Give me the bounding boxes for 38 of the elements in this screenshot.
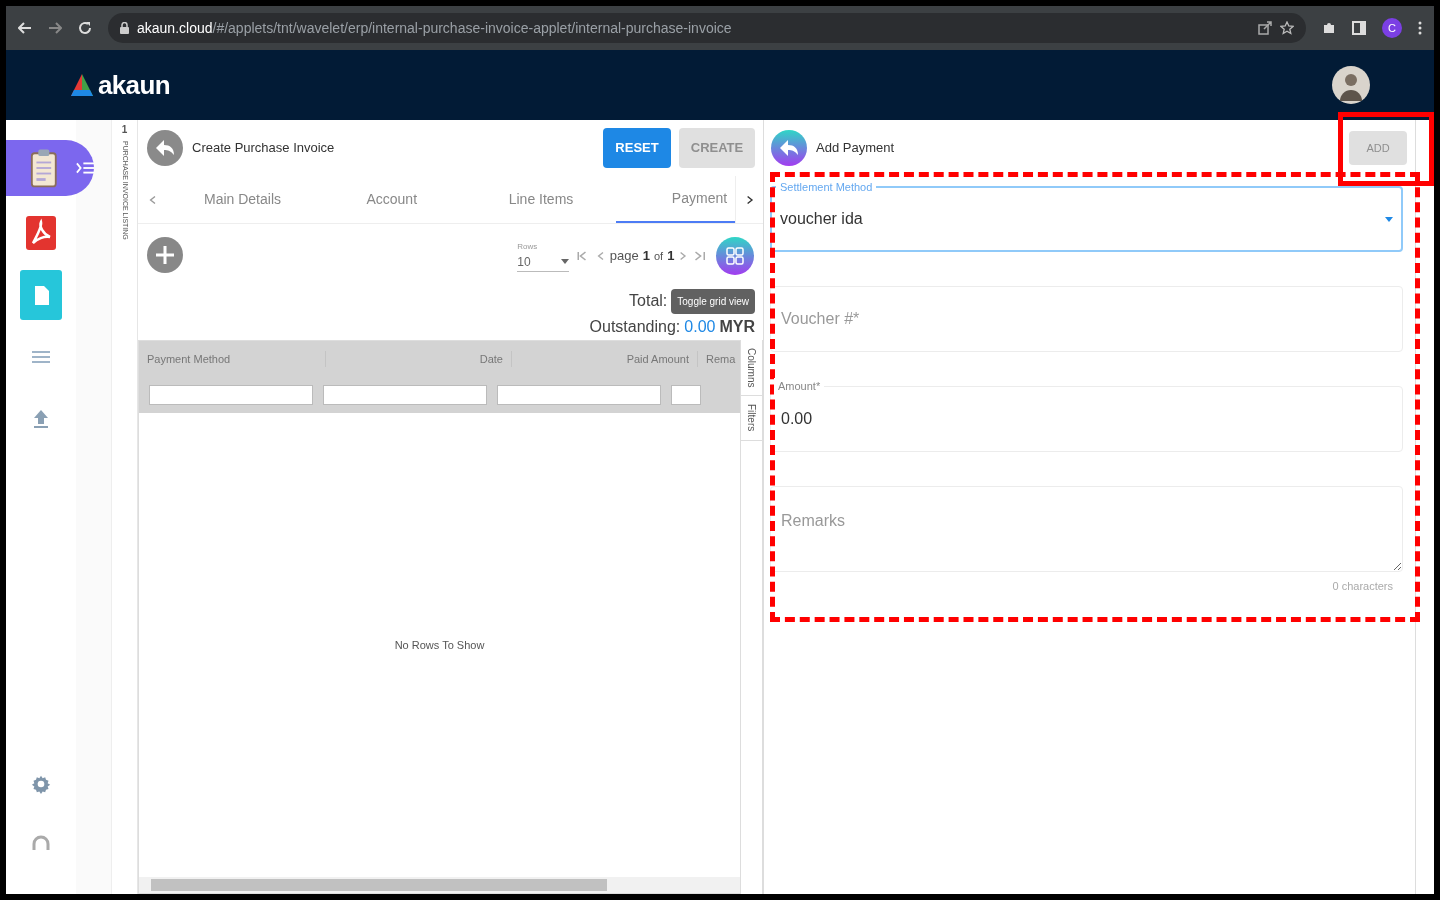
page-count: 1: [667, 247, 675, 266]
column-header[interactable]: Paid Amount: [511, 350, 697, 368]
tooltip: Toggle grid view: [671, 288, 755, 314]
page-word: page: [609, 247, 639, 266]
side-tab-label: Filters: [745, 404, 758, 432]
side-panel-tab[interactable]: Columns: [741, 340, 762, 397]
outstanding-amount: 0.00: [684, 317, 716, 337]
tab[interactable]: Main Details: [167, 176, 318, 223]
field-label: Amount*: [774, 378, 825, 395]
total-label: Total:: [629, 291, 668, 311]
panel-title: Add Payment: [816, 139, 895, 158]
column-header[interactable]: Rema: [697, 350, 737, 368]
url-path: /#/applets/tnt/wavelet/erp/internal-purchase-invoice-applet/internal-purchase-invoice: [212, 19, 732, 36]
listing-count: 1: [121, 123, 128, 137]
url-host: akaun.cloud: [137, 19, 213, 36]
column-header[interactable]: Payment Method: [139, 350, 325, 368]
select-value: voucher ida: [780, 209, 864, 229]
currency: MYR: [719, 317, 755, 337]
character-counter: 0 characters: [1332, 579, 1394, 594]
input-field[interactable]: Voucher #*: [770, 286, 1403, 352]
address-bar[interactable]: akaun.cloud/#/applets/tnt/wavelet/erp/internal-purchase-invoice-applet/internal-purchase-invoice: [108, 13, 1306, 43]
tab[interactable]: Payment: [615, 176, 736, 223]
tab[interactable]: Account: [317, 176, 467, 223]
rows-select[interactable]: 10: [517, 252, 570, 272]
empty-message: No Rows To Show: [394, 637, 485, 653]
tab[interactable]: Line Items: [466, 176, 616, 223]
rows-label: Rows: [517, 240, 539, 253]
column-header[interactable]: Date: [325, 350, 511, 368]
action-button[interactable]: RESET: [603, 128, 671, 168]
side-tab-label: Columns: [745, 348, 758, 388]
outstanding-label: Outstanding:: [589, 317, 681, 337]
page-title: Create Purchase Invoice: [192, 139, 335, 158]
page-number: 1: [642, 247, 650, 266]
remarks-field[interactable]: Remarks: [770, 486, 1403, 572]
side-panel-tab[interactable]: Filters: [741, 396, 762, 441]
of-word: of: [654, 248, 664, 264]
app-logo: akaun: [98, 68, 170, 102]
profile-avatar[interactable]: C: [1382, 18, 1402, 38]
